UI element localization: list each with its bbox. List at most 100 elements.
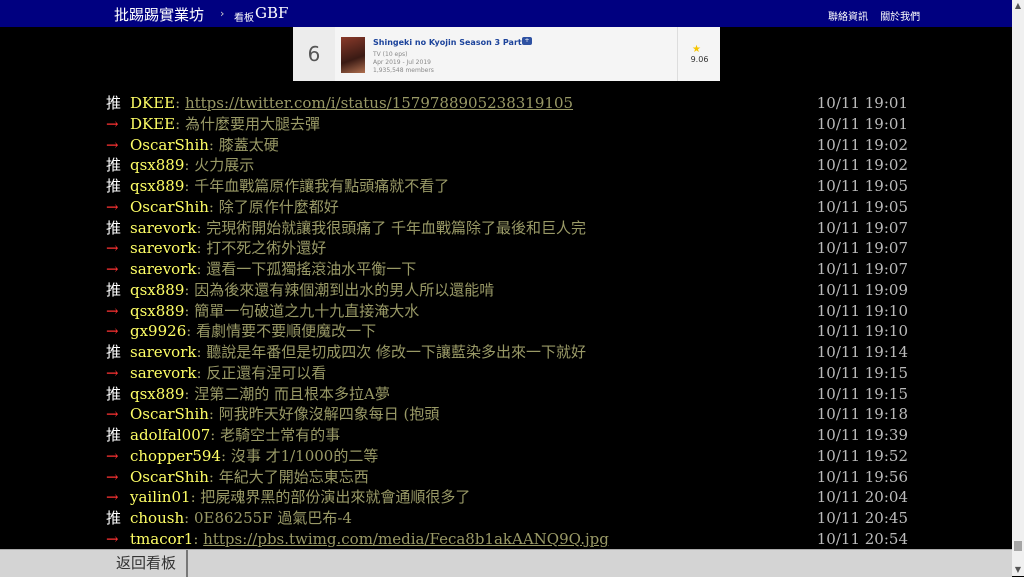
push-row: 推 qsx889: 因為後來還有辣個潮到出水的男人所以還能啃 10/11 19:09 xyxy=(106,280,908,301)
push-user: qsx889: 簡單一句破道之九十九直接淹大水 xyxy=(130,301,419,322)
push-user: sarevork: 聽說是年番但是切成四次 修改一下讓藍染多出來一下就好 xyxy=(130,342,586,363)
anime-poster-image xyxy=(341,37,365,73)
push-colon: : xyxy=(196,239,207,258)
push-content: 完現術開始就讓我很頭痛了 千年血戰篇除了最後和巨人完 xyxy=(206,218,587,237)
push-colon: : xyxy=(208,197,219,216)
vertical-scrollbar[interactable]: ▲ ▼ xyxy=(1012,0,1024,576)
push-colon: : xyxy=(208,135,219,154)
push-content: 打不死之術外還好 xyxy=(206,239,327,258)
add-badge-icon[interactable]: + xyxy=(522,37,532,45)
push-colon: : xyxy=(196,218,207,237)
push-username: qsx889 xyxy=(130,280,185,299)
push-row: 推 sarevork: 完現術開始就讓我很頭痛了 千年血戰篇除了最後和巨人完 10/… xyxy=(106,218,908,239)
push-user: yailin01: 把屍魂界黑的部份演出來就會通順很多了 xyxy=(130,487,470,508)
push-tag-up: 推 xyxy=(106,177,122,195)
push-user: tmacor1: https://pbs.twimg.com/media/Fec… xyxy=(130,529,609,550)
push-username: sarevork xyxy=(130,239,197,258)
push-row: 推 adolfal007: 老騎空士常有的事 10/11 19:39 xyxy=(106,425,908,446)
push-colon: : xyxy=(184,280,195,299)
star-icon: ★ xyxy=(692,44,701,55)
push-content: 阿我昨天好像沒解四象每日 (抱頭 xyxy=(218,405,440,424)
push-colon: : xyxy=(184,384,195,403)
push-row: → sarevork: 打不死之術外還好 10/11 19:07 xyxy=(106,238,908,259)
push-username: gx9926 xyxy=(130,322,187,341)
push-username: qsx889 xyxy=(130,177,185,195)
push-content-link[interactable]: https://twitter.com/i/status/15797889052… xyxy=(185,94,573,112)
push-username: OscarShih xyxy=(130,197,209,216)
push-tag-arrow: → xyxy=(106,301,119,320)
push-time: 10/11 19:56 xyxy=(816,467,908,486)
push-tag-arrow: → xyxy=(106,467,119,486)
push-tag-up: 推 xyxy=(106,343,122,361)
push-user: sarevork: 還看一下孤獨搖滾油水平衡一下 xyxy=(130,259,416,280)
push-time: 10/11 19:05 xyxy=(816,177,908,195)
scroll-up-arrow-icon[interactable]: ▲ xyxy=(1012,0,1024,12)
push-user: adolfal007: 老騎空士常有的事 xyxy=(130,425,340,446)
push-username: DKEE xyxy=(130,94,176,112)
push-tag-up: 推 xyxy=(106,94,122,112)
push-colon: : xyxy=(208,405,219,424)
push-tag-arrow: → xyxy=(106,260,119,278)
board-name-link[interactable]: GBF xyxy=(255,4,288,22)
anime-score: 9.06 xyxy=(690,55,709,64)
push-username: qsx889 xyxy=(130,301,185,320)
push-colon: : xyxy=(175,114,185,133)
push-user: gx9926: 看劇情要不要順便魔改一下 xyxy=(130,321,376,342)
push-tag-arrow: → xyxy=(106,114,119,133)
push-time: 10/11 19:09 xyxy=(816,280,908,299)
push-username: chopper594 xyxy=(130,446,221,465)
push-tag-up: 推 xyxy=(106,509,122,527)
push-row: 推 qsx889: 火力展示 10/11 19:02 xyxy=(106,155,908,176)
about-link[interactable]: 關於我們 xyxy=(880,12,920,23)
push-content: 把屍魂界黑的部份演出來就會通順很多了 xyxy=(200,488,471,507)
push-tag-arrow: → xyxy=(106,405,119,424)
push-content: 千年血戰篇原作讓我有點頭痛就不看了 xyxy=(194,177,450,195)
board-label: 看板 xyxy=(234,13,254,24)
push-content: 看劇情要不要順便魔改一下 xyxy=(196,322,377,341)
push-colon: : xyxy=(184,177,195,195)
site-brand-link[interactable]: 批踢踢實業坊 xyxy=(114,4,204,25)
push-username: DKEE xyxy=(130,114,176,133)
push-colon: : xyxy=(190,488,201,507)
scroll-down-arrow-icon[interactable]: ▼ xyxy=(1012,564,1024,576)
push-time: 10/11 19:10 xyxy=(816,322,908,341)
push-tag-up: 推 xyxy=(106,218,122,237)
push-content: 年紀大了開始忘東忘西 xyxy=(218,467,369,486)
push-content: 反正還有涅可以看 xyxy=(206,363,327,382)
push-content: 火力展示 xyxy=(194,156,255,175)
push-content: 沒事 才1/1000的二等 xyxy=(230,446,379,465)
push-content: 老騎空士常有的事 xyxy=(220,426,341,444)
scroll-thumb[interactable] xyxy=(1014,541,1022,551)
push-user: sarevork: 反正還有涅可以看 xyxy=(130,363,326,384)
push-content-link[interactable]: https://pbs.twimg.com/media/Feca8b1akAAN… xyxy=(203,530,609,548)
push-username: tmacor1 xyxy=(130,529,194,548)
push-user: OscarShih: 除了原作什麼都好 xyxy=(130,197,339,218)
push-user: qsx889: 火力展示 xyxy=(130,155,254,176)
push-time: 10/11 19:07 xyxy=(816,218,908,237)
push-row: → OscarShih: 除了原作什麼都好 10/11 19:05 xyxy=(106,197,908,218)
push-row: → OscarShih: 膝蓋太硬 10/11 19:02 xyxy=(106,135,908,156)
contact-link[interactable]: 聯絡資訊 xyxy=(828,12,868,23)
back-to-board-button[interactable]: 返回看板 xyxy=(106,550,188,577)
push-username: sarevork xyxy=(130,260,197,278)
push-row: 推 sarevork: 聽說是年番但是切成四次 修改一下讓藍染多出來一下就好 10/… xyxy=(106,342,908,363)
push-tag-arrow: → xyxy=(106,197,119,216)
push-username: OscarShih xyxy=(130,467,209,486)
score-box: ★ 9.06 xyxy=(677,27,721,81)
embedded-anime-card[interactable]: 6 Shingeki no Kyojin Season 3 Part 2 + T… xyxy=(293,27,720,81)
push-time: 10/11 20:45 xyxy=(816,509,908,527)
push-colon: : xyxy=(196,260,207,278)
push-username: sarevork xyxy=(130,218,197,237)
push-content: 涅第二潮的 而且根本多拉A夢 xyxy=(194,384,390,403)
push-user: qsx889: 涅第二潮的 而且根本多拉A夢 xyxy=(130,384,390,405)
push-content: 為什麼要用大腿去彈 xyxy=(184,114,320,133)
push-time: 10/11 19:07 xyxy=(816,260,908,278)
anime-title[interactable]: Shingeki no Kyojin Season 3 Part 2 xyxy=(373,38,530,47)
push-row: 推 DKEE: https://twitter.com/i/status/1579… xyxy=(106,93,908,114)
push-time: 10/11 20:04 xyxy=(816,488,908,507)
push-username: choush xyxy=(130,509,185,527)
push-row: 推 qsx889: 千年血戰篇原作讓我有點頭痛就不看了 10/11 19:05 xyxy=(106,176,908,197)
anime-members: 1,935,548 members xyxy=(373,67,434,74)
push-colon: : xyxy=(184,509,194,527)
push-colon: : xyxy=(210,426,221,444)
